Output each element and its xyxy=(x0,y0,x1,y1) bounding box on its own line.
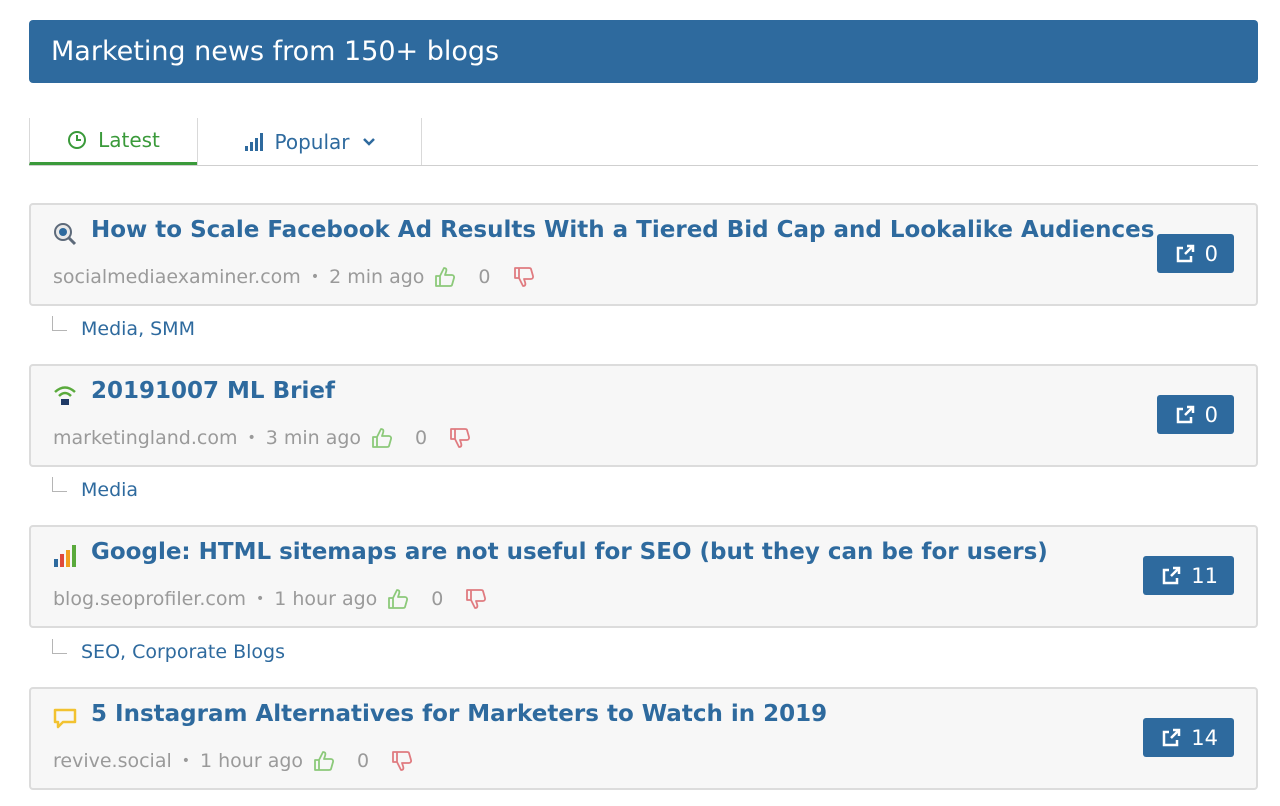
wifi-icon xyxy=(53,383,77,407)
news-card: 20191007 ML Brief marketingland.com • 3 … xyxy=(29,364,1258,467)
vote-count: 0 xyxy=(478,266,491,288)
post-time: 1 hour ago xyxy=(274,588,378,610)
thumbs-up-icon[interactable] xyxy=(434,266,456,288)
external-link-icon xyxy=(1161,728,1181,748)
tab-latest-label: Latest xyxy=(98,128,160,152)
thumbs-up-icon[interactable] xyxy=(371,427,393,449)
tag-link[interactable]: SEO xyxy=(81,641,120,663)
post-title[interactable]: Google: HTML sitemaps are not useful for… xyxy=(91,539,1048,565)
share-count: 0 xyxy=(1204,402,1218,427)
post-source[interactable]: socialmediaexaminer.com xyxy=(53,266,301,288)
tab-bar: Latest Popular xyxy=(29,118,1258,166)
news-card: How to Scale Facebook Ad Results With a … xyxy=(29,203,1258,306)
external-link-icon xyxy=(1175,405,1195,425)
meta-separator: • xyxy=(310,269,320,285)
news-card: Google: HTML sitemaps are not useful for… xyxy=(29,525,1258,628)
share-count: 11 xyxy=(1191,563,1218,588)
post-tags: Media xyxy=(52,475,138,505)
tag-link[interactable]: Media xyxy=(81,479,138,501)
share-button[interactable]: 14 xyxy=(1143,718,1234,757)
post-meta: socialmediaexaminer.com • 2 min ago 0 xyxy=(53,263,535,291)
post-title[interactable]: 20191007 ML Brief xyxy=(91,378,335,404)
external-link-icon xyxy=(1175,244,1195,264)
tree-connector xyxy=(52,315,67,331)
thumbs-down-icon[interactable] xyxy=(391,750,413,772)
thumbs-up-icon[interactable] xyxy=(313,750,335,772)
meta-separator: • xyxy=(181,753,191,769)
share-count: 14 xyxy=(1191,725,1218,750)
tree-connector xyxy=(52,638,67,654)
page-title: Marketing news from 150+ blogs xyxy=(51,36,500,67)
post-time: 3 min ago xyxy=(265,427,362,449)
thumbs-down-icon[interactable] xyxy=(465,588,487,610)
vote-count: 0 xyxy=(357,750,370,772)
chat-bubble-icon xyxy=(53,706,77,730)
thumbs-down-icon[interactable] xyxy=(513,266,535,288)
vote-count: 0 xyxy=(415,427,428,449)
post-time: 1 hour ago xyxy=(200,750,304,772)
vote-count: 0 xyxy=(431,588,444,610)
share-count: 0 xyxy=(1204,241,1218,266)
news-card: 5 Instagram Alternatives for Marketers t… xyxy=(29,687,1258,790)
header-banner: Marketing news from 150+ blogs xyxy=(29,20,1258,83)
tag-link[interactable]: Media xyxy=(81,318,138,340)
post-time: 2 min ago xyxy=(329,266,425,288)
thumbs-up-icon[interactable] xyxy=(387,588,409,610)
external-link-icon xyxy=(1161,566,1181,586)
tree-connector xyxy=(52,476,67,492)
post-source[interactable]: blog.seoprofiler.com xyxy=(53,588,246,610)
post-title[interactable]: How to Scale Facebook Ad Results With a … xyxy=(91,217,1154,243)
share-button[interactable]: 0 xyxy=(1156,395,1234,434)
tab-latest[interactable]: Latest xyxy=(29,118,197,165)
tag-link[interactable]: SMM xyxy=(150,318,195,340)
meta-separator: • xyxy=(247,430,256,446)
chevron-down-icon[interactable] xyxy=(362,137,376,147)
post-source[interactable]: marketingland.com xyxy=(53,427,237,449)
magnifier-icon xyxy=(53,222,77,246)
post-meta: revive.social • 1 hour ago 0 xyxy=(53,747,413,775)
tab-popular-label: Popular xyxy=(274,129,350,154)
meta-separator: • xyxy=(255,591,265,607)
post-meta: marketingland.com • 3 min ago 0 xyxy=(53,424,471,452)
tag-link[interactable]: Corporate Blogs xyxy=(132,641,285,663)
post-source[interactable]: revive.social xyxy=(53,750,172,772)
share-button[interactable]: 11 xyxy=(1143,556,1234,595)
thumbs-down-icon[interactable] xyxy=(449,427,471,449)
post-tags: SEO, Corporate Blogs xyxy=(52,637,285,667)
bar-chart-icon xyxy=(53,544,77,568)
signal-bars-icon xyxy=(244,132,264,152)
tab-popular[interactable]: Popular xyxy=(197,118,422,165)
share-button[interactable]: 0 xyxy=(1156,234,1234,273)
post-tags: Media, SMM xyxy=(52,314,195,344)
post-meta: blog.seoprofiler.com • 1 hour ago 0 xyxy=(53,585,487,613)
clock-icon xyxy=(67,130,87,150)
post-title[interactable]: 5 Instagram Alternatives for Marketers t… xyxy=(91,701,827,727)
